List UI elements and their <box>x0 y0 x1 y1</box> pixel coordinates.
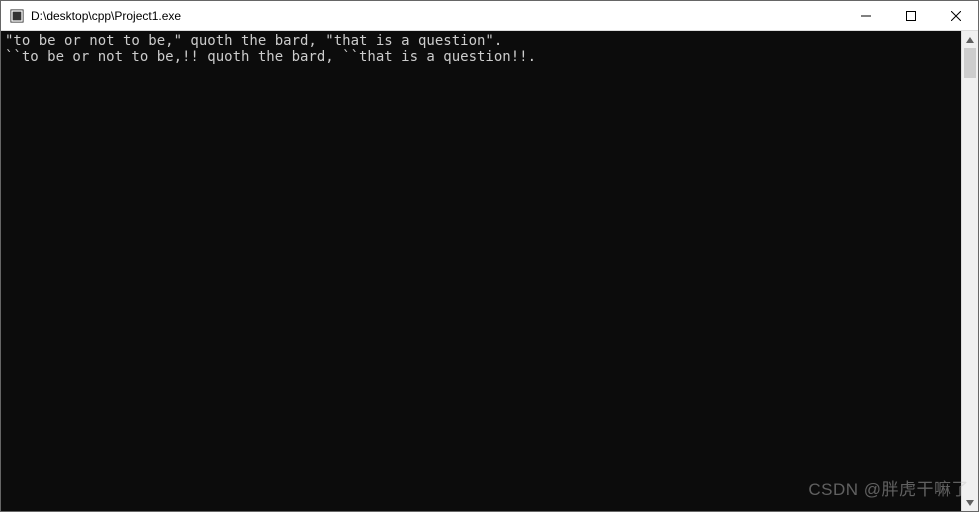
scroll-up-button[interactable] <box>962 31 978 48</box>
vertical-scrollbar[interactable] <box>961 31 978 511</box>
console-window: D:\desktop\cpp\Project1.exe "to be or no… <box>0 0 979 512</box>
app-icon <box>9 8 25 24</box>
scroll-track[interactable] <box>962 48 978 494</box>
client-area: "to be or not to be," quoth the bard, "t… <box>1 31 978 511</box>
window-title: D:\desktop\cpp\Project1.exe <box>31 9 843 23</box>
minimize-button[interactable] <box>843 1 888 30</box>
scroll-down-button[interactable] <box>962 494 978 511</box>
console-output[interactable]: "to be or not to be," quoth the bard, "t… <box>1 31 961 511</box>
maximize-button[interactable] <box>888 1 933 30</box>
window-controls <box>843 1 978 30</box>
console-line: "to be or not to be," quoth the bard, "t… <box>5 33 502 49</box>
console-line: ``to be or not to be,!! quoth the bard, … <box>5 49 536 65</box>
close-button[interactable] <box>933 1 978 30</box>
scroll-thumb[interactable] <box>964 48 976 78</box>
titlebar[interactable]: D:\desktop\cpp\Project1.exe <box>1 1 978 31</box>
